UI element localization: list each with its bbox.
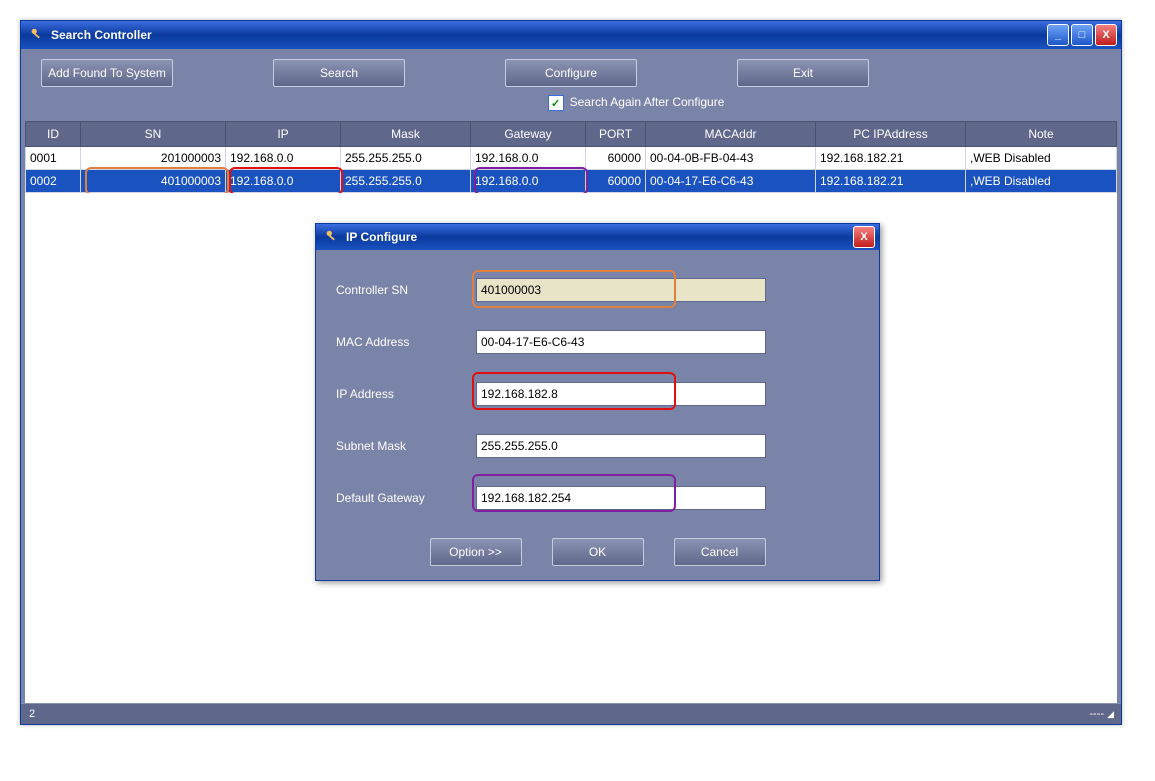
row-sn: Controller SN 401000003 (336, 278, 859, 302)
statusbar: 2 ---- ◢ (21, 703, 1121, 724)
col-note[interactable]: Note (966, 122, 1117, 147)
app-icon (324, 229, 340, 245)
configure-button[interactable]: Configure (505, 59, 637, 87)
label-ip: IP Address (336, 387, 476, 401)
add-found-button[interactable]: Add Found To System (41, 59, 173, 87)
col-pcip[interactable]: PC IPAddress (816, 122, 966, 147)
minimize-button[interactable]: _ (1047, 24, 1069, 46)
checkbox-row: ✓ Search Again After Configure (151, 91, 1121, 121)
input-sn[interactable]: 401000003 (476, 278, 766, 302)
input-mac[interactable]: 00-04-17-E6-C6-43 (476, 330, 766, 354)
dialog-close-button[interactable]: X (853, 226, 875, 248)
titlebar[interactable]: Search Controller _ □ X (21, 21, 1121, 49)
exit-button[interactable]: Exit (737, 59, 869, 87)
search-button[interactable]: Search (273, 59, 405, 87)
label-gateway: Default Gateway (336, 491, 476, 505)
label-mac: MAC Address (336, 335, 476, 349)
status-right: ---- ◢ (1089, 708, 1113, 720)
app-icon (29, 27, 45, 43)
status-left: 2 (29, 708, 35, 720)
dialog-buttons: Option >> OK Cancel (336, 538, 859, 566)
table-row[interactable]: 0001 201000003 192.168.0.0 255.255.255.0… (26, 147, 1117, 170)
dialog-body: Controller SN 401000003 MAC Address 00-0… (316, 250, 879, 580)
main-area: Add Found To System Search Configure Exi… (21, 49, 1121, 703)
cancel-button[interactable]: Cancel (674, 538, 766, 566)
ok-button[interactable]: OK (552, 538, 644, 566)
ip-configure-dialog: IP Configure X Controller SN 401000003 M… (315, 223, 880, 581)
row-mac: MAC Address 00-04-17-E6-C6-43 (336, 330, 859, 354)
dialog-titlebar[interactable]: IP Configure X (316, 224, 879, 250)
col-mask[interactable]: Mask (341, 122, 471, 147)
col-id[interactable]: ID (26, 122, 81, 147)
search-again-checkbox[interactable]: ✓ (548, 95, 564, 111)
input-mask[interactable]: 255.255.255.0 (476, 434, 766, 458)
input-gateway[interactable]: 192.168.182.254 (476, 486, 766, 510)
col-port[interactable]: PORT (586, 122, 646, 147)
controller-table: ID SN IP Mask Gateway PORT MACAddr PC IP… (25, 121, 1117, 193)
col-ip[interactable]: IP (226, 122, 341, 147)
row-mask: Subnet Mask 255.255.255.0 (336, 434, 859, 458)
search-controller-window: Search Controller _ □ X Add Found To Sys… (20, 20, 1122, 725)
toolbar: Add Found To System Search Configure Exi… (21, 49, 1121, 91)
col-gateway[interactable]: Gateway (471, 122, 586, 147)
label-sn: Controller SN (336, 283, 476, 297)
row-ip: IP Address 192.168.182.8 (336, 382, 859, 406)
row-gateway: Default Gateway 192.168.182.254 (336, 486, 859, 510)
maximize-button[interactable]: □ (1071, 24, 1093, 46)
window-title: Search Controller (51, 28, 1045, 42)
table-header-row: ID SN IP Mask Gateway PORT MACAddr PC IP… (26, 122, 1117, 147)
table-empty-area: IP Configure X Controller SN 401000003 M… (25, 193, 1117, 703)
col-mac[interactable]: MACAddr (646, 122, 816, 147)
dialog-title: IP Configure (346, 230, 851, 244)
table-row[interactable]: 0002 401000003 192.168.0.0 255.255.255.0… (26, 170, 1117, 193)
search-again-label: Search Again After Configure (570, 95, 725, 111)
resize-grip-icon[interactable]: ◢ (1107, 709, 1113, 719)
input-ip[interactable]: 192.168.182.8 (476, 382, 766, 406)
option-button[interactable]: Option >> (430, 538, 522, 566)
col-sn[interactable]: SN (81, 122, 226, 147)
label-mask: Subnet Mask (336, 439, 476, 453)
close-button[interactable]: X (1095, 24, 1117, 46)
